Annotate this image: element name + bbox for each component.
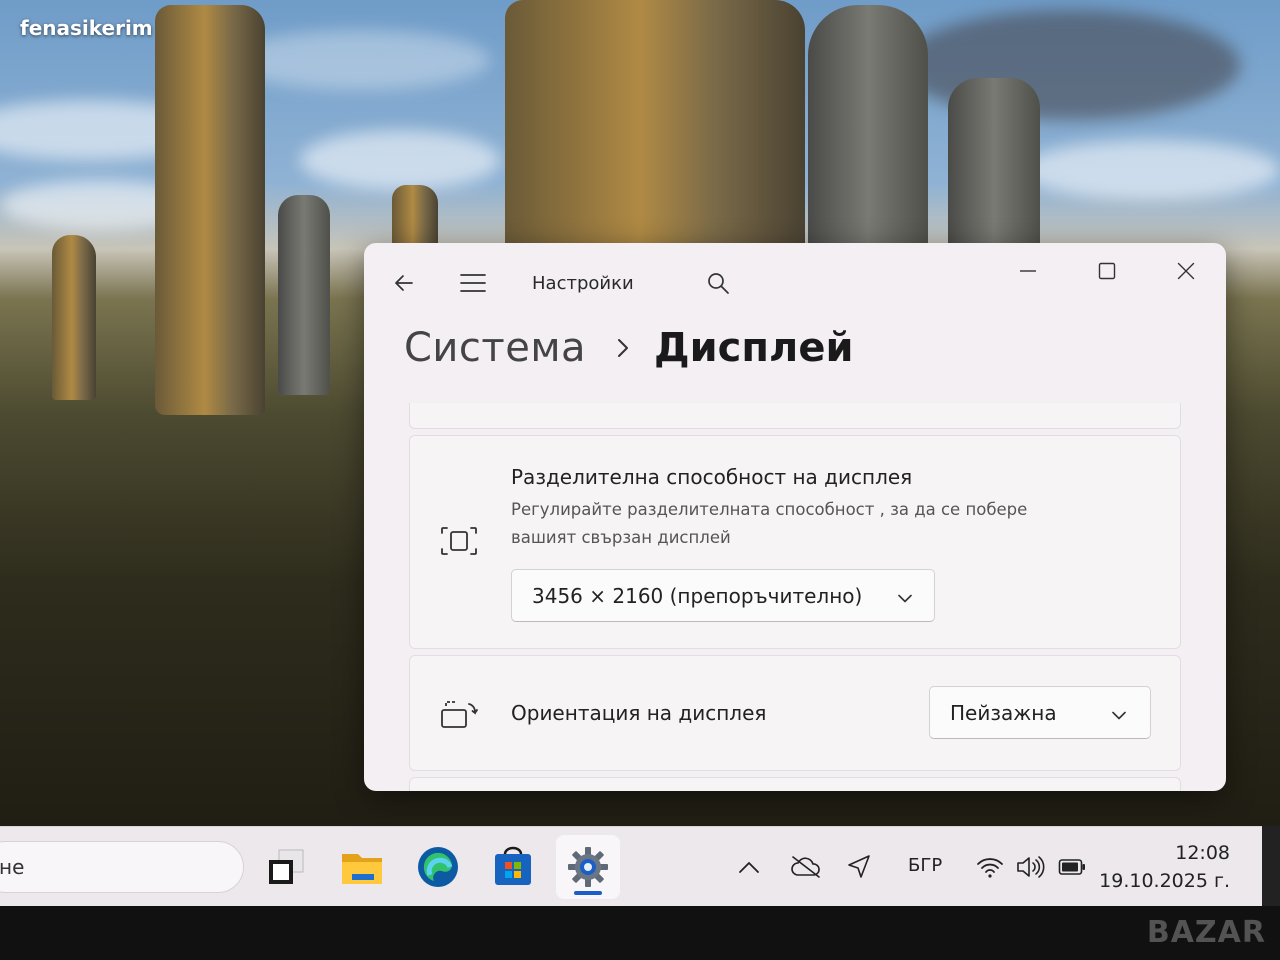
previous-setting-card[interactable] <box>409 403 1181 429</box>
file-explorer-icon[interactable] <box>330 835 394 899</box>
display-resolution-card: Разделителна способност на дисплея Регул… <box>409 435 1181 649</box>
microsoft-store-icon[interactable] <box>481 835 545 899</box>
chevron-down-icon <box>898 584 912 608</box>
standing-stone <box>392 185 438 245</box>
close-button[interactable] <box>1163 253 1209 289</box>
resolution-selected-value: 3456 × 2160 (препоръчително) <box>532 583 863 608</box>
title-bar: Настройки <box>364 243 1226 323</box>
search-icon[interactable] <box>700 265 736 301</box>
orientation-dropdown[interactable]: Пейзажна <box>929 686 1151 739</box>
screen-bezel <box>0 906 1280 960</box>
settings-window: Настройки Система Дисплей Разделителна с… <box>364 243 1226 791</box>
clock-date: 19.10.2025 г. <box>1099 870 1230 892</box>
app-title: Настройки <box>532 273 634 294</box>
task-view-icon[interactable] <box>254 835 318 899</box>
resolution-title: Разделителна способност на дисплея <box>511 465 913 489</box>
show-hidden-icons-chevron-icon[interactable] <box>738 853 760 881</box>
cloud <box>230 30 490 90</box>
display-orientation-card: Ориентация на дисплея Пейзажна <box>409 655 1181 771</box>
wifi-icon[interactable] <box>976 853 1004 881</box>
watermark-logo: BAZAR <box>1146 915 1266 950</box>
standing-stone <box>52 235 96 400</box>
wallpaper-brand-text: fenasikerim <box>20 16 153 40</box>
settings-app-icon[interactable] <box>556 835 620 899</box>
page-title: Дисплей <box>654 325 854 371</box>
chevron-right-icon <box>616 337 630 359</box>
input-language-indicator[interactable]: БГР <box>908 855 942 876</box>
screen-bezel <box>1262 826 1280 906</box>
standing-stone <box>155 5 265 415</box>
breadcrumb: Система Дисплей <box>404 325 853 371</box>
standing-stone <box>505 0 805 245</box>
minimize-button[interactable] <box>1005 253 1051 289</box>
orientation-icon <box>438 693 480 735</box>
taskbar: не БГР 12:08 19.10.2025 г. <box>0 826 1262 906</box>
breadcrumb-system-link[interactable]: Система <box>404 325 586 371</box>
edge-browser-icon[interactable] <box>406 835 470 899</box>
cloud <box>1020 140 1280 200</box>
resolution-icon <box>438 520 480 562</box>
volume-icon[interactable] <box>1016 853 1046 881</box>
resolution-description: Регулирайте разделителната способност , … <box>511 500 1028 547</box>
standing-stone <box>808 5 928 245</box>
battery-icon[interactable] <box>1058 853 1086 881</box>
cloud <box>300 130 500 190</box>
standing-stone <box>948 78 1040 245</box>
hamburger-menu-icon[interactable] <box>455 265 491 301</box>
orientation-title: Ориентация на дисплея <box>511 701 767 725</box>
resolution-dropdown[interactable]: 3456 × 2160 (препоръчително) <box>511 569 935 622</box>
active-app-indicator <box>574 891 602 895</box>
chevron-down-icon <box>1112 701 1126 725</box>
back-arrow-icon[interactable] <box>386 265 422 301</box>
maximize-button[interactable] <box>1084 253 1130 289</box>
taskbar-clock[interactable]: 12:08 19.10.2025 г. <box>1099 839 1230 895</box>
onedrive-offline-icon[interactable] <box>790 853 822 881</box>
taskbar-search-box[interactable]: не <box>0 841 244 893</box>
orientation-selected-value: Пейзажна <box>950 700 1057 725</box>
location-icon[interactable] <box>846 853 872 881</box>
clock-time: 12:08 <box>1175 842 1230 864</box>
taskbar-search-text: не <box>0 855 25 879</box>
next-setting-card[interactable] <box>409 777 1181 791</box>
standing-stone <box>278 195 330 395</box>
